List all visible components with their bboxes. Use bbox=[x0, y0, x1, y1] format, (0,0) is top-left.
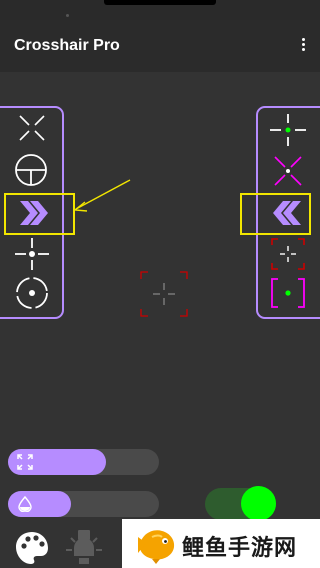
green-dot-cross-icon[interactable] bbox=[270, 114, 306, 146]
camera-notch bbox=[104, 0, 216, 5]
watermark-banner: 鲤鱼手游网 bbox=[122, 519, 320, 568]
magenta-x-dot-icon[interactable] bbox=[272, 154, 304, 188]
size-slider[interactable] bbox=[8, 449, 159, 475]
fish-logo-icon bbox=[134, 523, 178, 568]
scope-circle-icon[interactable] bbox=[14, 153, 48, 187]
magenta-bracket-green-dot-icon[interactable] bbox=[271, 278, 305, 308]
drop-icon bbox=[17, 495, 33, 517]
circle-dot-icon[interactable] bbox=[14, 276, 50, 310]
crosshair-preview bbox=[140, 271, 188, 322]
toggle-knob bbox=[241, 486, 276, 521]
app-title: Crosshair Pro bbox=[14, 37, 120, 54]
app-bar: Crosshair Pro bbox=[0, 20, 320, 72]
status-dot bbox=[66, 14, 69, 17]
lamp-icon[interactable] bbox=[64, 526, 104, 568]
highlight-box-right bbox=[240, 193, 311, 235]
crosshair-toggle[interactable] bbox=[205, 486, 276, 521]
expand-icon bbox=[17, 454, 33, 475]
highlight-box-left bbox=[4, 193, 75, 235]
more-vert-icon[interactable] bbox=[299, 38, 307, 56]
x-cross-icon[interactable] bbox=[16, 114, 48, 142]
dot-cross-icon[interactable] bbox=[15, 238, 49, 270]
opacity-slider[interactable] bbox=[8, 491, 159, 517]
palette-icon[interactable] bbox=[14, 530, 50, 568]
pointer-arrow bbox=[70, 178, 132, 219]
status-bar bbox=[0, 0, 320, 20]
watermark-text: 鲤鱼手游网 bbox=[182, 536, 298, 561]
red-bracket-cross-icon[interactable] bbox=[271, 238, 305, 270]
